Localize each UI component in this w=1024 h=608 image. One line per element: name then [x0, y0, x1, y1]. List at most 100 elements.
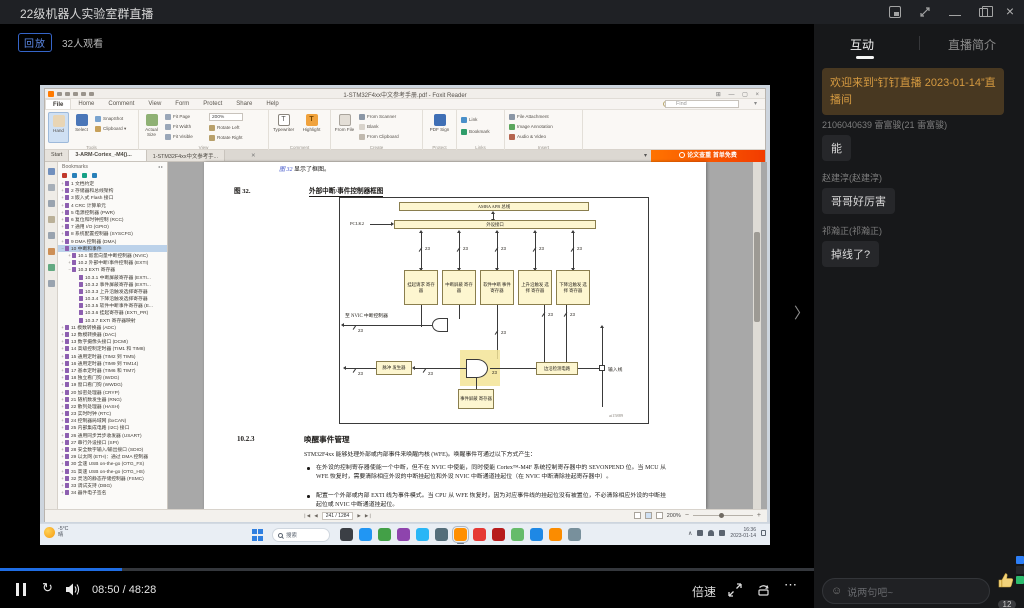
- bookmark-item[interactable]: + 3 嵌入式 Flash 接口: [58, 194, 167, 201]
- pause-button[interactable]: [16, 583, 28, 596]
- resize-icon[interactable]: [919, 6, 931, 18]
- bookmark-item[interactable]: + 5 电源控制器 (PWR): [58, 209, 167, 216]
- mini-window-icon[interactable]: [889, 6, 901, 18]
- hand-tool-button[interactable]: Hand: [48, 112, 69, 143]
- measure-panel-icon[interactable]: [48, 280, 55, 287]
- more-icon[interactable]: ⋯: [784, 577, 797, 593]
- pdf-scrollbar[interactable]: [753, 162, 761, 509]
- layers-panel-icon[interactable]: [48, 216, 55, 223]
- bookmark-item[interactable]: + 32 灵活的静态存储控制器 (FSMC): [58, 475, 167, 482]
- taskbar-app-icon[interactable]: [416, 528, 429, 541]
- bookmark-item[interactable]: + 10.1 嵌套向量中断控制器 (NVIC): [58, 252, 167, 259]
- bookmark-item[interactable]: + 23 实时时钟 (RTC): [58, 410, 167, 417]
- comments-panel-icon[interactable]: [48, 232, 55, 239]
- bookmark-item[interactable]: − 10.3 EXTI 寄存器: [58, 266, 167, 273]
- taskbar-app-icon[interactable]: [492, 528, 505, 541]
- scrollbar-thumb[interactable]: [754, 232, 760, 322]
- sidebar-collapse-handle[interactable]: 〉: [794, 302, 809, 323]
- from-clipboard-button[interactable]: From Clipboard: [359, 132, 399, 141]
- tray-chevron-icon[interactable]: ∧: [688, 530, 692, 537]
- maximize-icon[interactable]: [979, 8, 988, 17]
- bookmark-item[interactable]: − 10 中断和事件: [58, 245, 167, 252]
- emoji-icon[interactable]: ☺: [831, 585, 842, 597]
- bookmark-item[interactable]: + 27 串行外设接口 (SPI): [58, 439, 167, 446]
- bookmark-item[interactable]: + 33 调试支持 (DBG): [58, 482, 167, 489]
- video-progress-bar[interactable]: [0, 568, 814, 571]
- select-tool-button[interactable]: Select: [71, 112, 92, 143]
- taskbar-app-icon[interactable]: [340, 528, 353, 541]
- from-scanner-button[interactable]: From Scanner: [359, 112, 396, 121]
- taskbar-app-icon[interactable]: [454, 528, 467, 541]
- bookmark-item[interactable]: 10.3.1 中断屏蔽寄存器 (EXTI...: [58, 273, 167, 280]
- bookmarks-panel-icon[interactable]: [48, 168, 55, 175]
- typewriter-button[interactable]: T Typewriter: [273, 112, 294, 143]
- speed-button[interactable]: 倍速: [692, 583, 716, 600]
- bookmark-item[interactable]: + 10.2 外部中断/事件控制器 (EXTI): [58, 259, 167, 266]
- bookmark-item[interactable]: + 26 通用同步异步收发器 (USART): [58, 432, 167, 439]
- bookmark-item[interactable]: 10.3.4 下降沿触发选择寄存器: [58, 295, 167, 302]
- find-input[interactable]: Find: [665, 100, 739, 108]
- bookmark-tool-icon[interactable]: [92, 173, 97, 178]
- tab-live-intro[interactable]: 直播简介: [948, 36, 996, 53]
- clock[interactable]: 16:362023-01-14: [730, 527, 756, 540]
- prev-page-icon[interactable]: ◀: [314, 513, 317, 519]
- ribbon-tab[interactable]: Share: [229, 99, 259, 109]
- bookmark-item[interactable]: + 1 文档约定: [58, 180, 167, 187]
- bookmark-item[interactable]: 10.3.6 挂起寄存器 (EXTI_PR): [58, 309, 167, 316]
- weather-widget[interactable]: -5°C晴: [44, 526, 68, 538]
- panel-collapse-icon[interactable]: ◂ ▸: [158, 164, 163, 170]
- bookmark-tool-icon[interactable]: [82, 173, 87, 178]
- fit-visible-button[interactable]: Fit Visible: [165, 132, 193, 141]
- page-number-field[interactable]: 241 / 1284: [322, 512, 354, 520]
- chat-input[interactable]: ☺ 说两句吧~: [822, 578, 990, 604]
- fit-width-button[interactable]: Fit Width: [165, 122, 191, 131]
- bookmark-item[interactable]: + 2 存储器和总线架构: [58, 187, 167, 194]
- bookmark-item[interactable]: + 17 基本定时器 (TIM6 和 TIM7): [58, 367, 167, 374]
- zoom-slider[interactable]: [693, 515, 753, 516]
- tab-close-icon[interactable]: ✕: [251, 153, 256, 159]
- bookmark-button[interactable]: Bookmark: [461, 127, 490, 136]
- close-icon[interactable]: ×: [1006, 6, 1014, 18]
- pdf-sign-button[interactable]: PDF Sign: [429, 112, 450, 143]
- document-tab[interactable]: Start: [45, 150, 69, 161]
- bookmark-tool-icon[interactable]: [62, 173, 67, 178]
- volume-icon[interactable]: [66, 583, 81, 601]
- rotate-left-button[interactable]: Rotate Left: [209, 123, 239, 132]
- wifi-icon[interactable]: [708, 530, 714, 536]
- bookmark-item[interactable]: + 21 随机数发生器 (RNG): [58, 396, 167, 403]
- tab-interaction[interactable]: 互动: [850, 36, 874, 53]
- fullscreen-icon[interactable]: [728, 583, 742, 602]
- taskbar-app-icon[interactable]: [568, 528, 581, 541]
- bookmark-item[interactable]: + 8 系统配置控制器 (SYSCFG): [58, 230, 167, 237]
- bookmark-item[interactable]: + 6 复位和时钟控制 (RCC): [58, 216, 167, 223]
- last-page-icon[interactable]: ▶❘: [365, 513, 372, 519]
- taskbar-app-icon[interactable]: [359, 528, 372, 541]
- tab-list-caret-icon[interactable]: ▾: [644, 152, 647, 159]
- pages-panel-icon[interactable]: [48, 184, 55, 191]
- bookmark-item[interactable]: + 11 模数转换器 (ADC): [58, 324, 167, 331]
- blank-button[interactable]: Blank: [359, 122, 379, 131]
- bookmark-item[interactable]: + 18 独立看门狗 (IWDG): [58, 374, 167, 381]
- taskbar-app-icon[interactable]: [511, 528, 524, 541]
- bookmark-item[interactable]: + 14 高级控制定时器 (TIM1 和 TIM8): [58, 345, 167, 352]
- clipboard-button[interactable]: Clipboard ▾: [95, 124, 126, 133]
- link-button[interactable]: Link: [461, 115, 477, 124]
- audio-video-button[interactable]: Audio & Video: [509, 132, 546, 141]
- search-panel-icon[interactable]: [48, 200, 55, 207]
- minimize-icon[interactable]: [949, 9, 961, 16]
- promo-banner[interactable]: 论文查重 首单免费: [651, 150, 765, 162]
- ribbon-tab[interactable]: Form: [168, 99, 196, 109]
- taskbar-app-icon[interactable]: [530, 528, 543, 541]
- zoom-select[interactable]: 200%: [209, 113, 243, 121]
- rotate-right-button[interactable]: Rotate Right: [209, 133, 243, 142]
- bookmark-item[interactable]: + 19 窗口看门狗 (WWDG): [58, 381, 167, 388]
- bookmark-item[interactable]: + 4 CRC 计算单元: [58, 202, 167, 209]
- ribbon-tab[interactable]: Protect: [196, 99, 229, 109]
- first-page-icon[interactable]: ❘◀: [303, 513, 310, 519]
- actual-size-button[interactable]: Actual Size: [141, 112, 162, 143]
- bookmark-item[interactable]: + 15 通用定时器 (TIM2 到 TIM5): [58, 353, 167, 360]
- bookmark-item[interactable]: + 28 安全数字输入/输出接口 (SDIO): [58, 446, 167, 453]
- ribbon-tab[interactable]: Comment: [101, 99, 141, 109]
- start-button[interactable]: [252, 529, 264, 541]
- document-tab[interactable]: 3-ARM-Cortex_-M4()...: [69, 150, 146, 161]
